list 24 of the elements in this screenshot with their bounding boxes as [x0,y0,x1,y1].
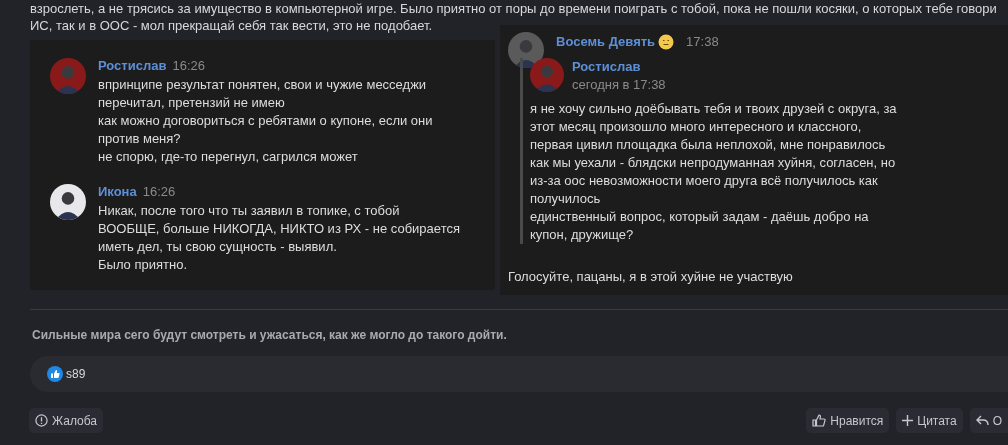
post-text: взрослеть, а не трясись за имущество в компьютерной игре. Было приятно от поры до времени поиграть с тобой, пока не пошли косяки, о которых тебе говори ИС, так и в ООС - мол прекращай себя так вести, это не подобает. [29,0,998,34]
message-time: 16:26 [142,183,176,201]
reply-button[interactable]: О [969,408,1008,433]
like-reaction-icon [47,366,63,382]
quote-button[interactable]: Цитата [896,408,963,433]
author-name[interactable]: Икона [98,183,137,201]
message-text: впринципе результат понятен, свои и чужие месседжи перечитал, претензий не имею как можно договориться с ребятами о купоне, если они против меня? не спорю, где-то перегнул, сагрился может [98,76,433,166]
author-name[interactable]: Ростислав [98,57,167,75]
quote-author[interactable]: Ростислав [572,58,666,76]
signature-text: Сильные мира сего будут смотреть и ужасаться, как же могло до такого дойти. [32,328,508,342]
reaction-users[interactable]: s89 [66,367,86,381]
message-text: Голосуйте, пацаны, я в этой хуйне не участвую [508,268,794,286]
quote-time: сегодня в 17:38 [572,76,666,94]
quote-text: я не хочу сильно доёбывать тебя и твоих друзей с округа, за этот месяц произошло много интересного и классного, первая цивил площадка была неплохой, мне понравилось как мы уехали - блядски непродуманная хуйня, согласен, но из-за оос невозможности моего друга всё получилось как получилось единственный вопрос, который задам - даёшь добро на купон, дружище? [530,100,897,244]
message-time: 17:38 [686,33,719,51]
reply-icon [975,415,989,426]
like-button[interactable]: Нравится [806,408,890,433]
warning-icon [35,414,48,427]
plus-icon [902,415,914,426]
thumbs-up-icon [812,414,827,427]
message-text: Никак, после того что ты заявил в топике, с тобой ВООБЩЕ, больше НИКОГДА, НИКТО из РХ - не собирается иметь дел, ты свою сущность - выявил. Было приятно. [98,202,460,274]
report-button[interactable]: Жалоба [29,408,103,433]
message-time: 16:26 [172,57,205,75]
author-name[interactable]: Восемь Девять [556,33,656,51]
